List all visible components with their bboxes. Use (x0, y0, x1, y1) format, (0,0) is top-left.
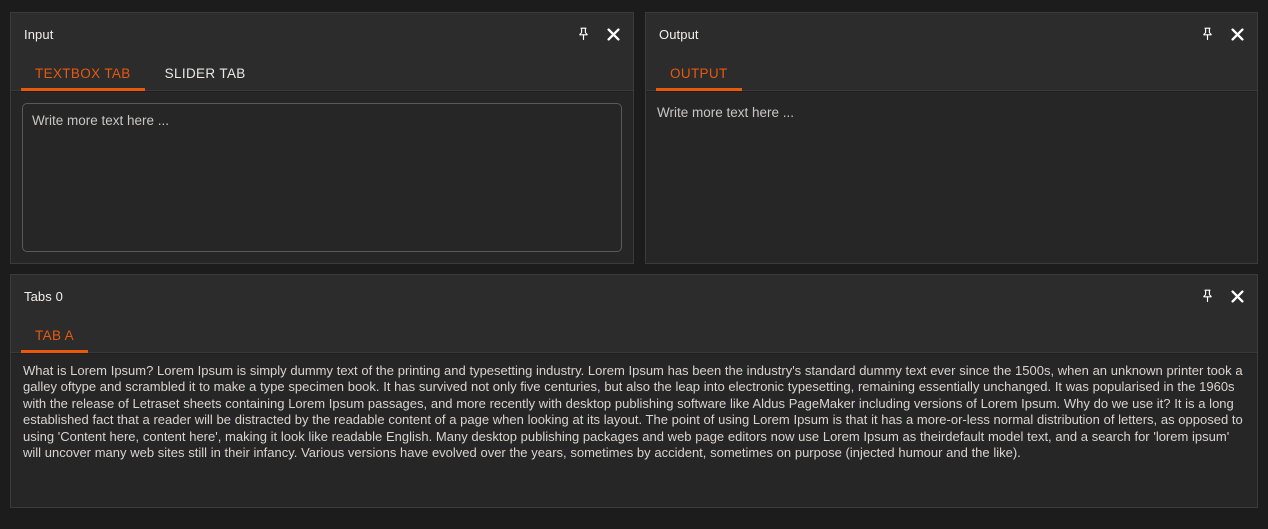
tabs-panel-actions (1199, 288, 1245, 304)
pin-icon[interactable] (1199, 26, 1215, 42)
tabs-panel-tabstrip: TAB A (11, 317, 1257, 353)
tabs-panel-body: What is Lorem Ipsum? Lorem Ipsum is simp… (11, 353, 1257, 507)
tabs-panel-paragraph: What is Lorem Ipsum? Lorem Ipsum is simp… (23, 363, 1243, 461)
tab-slider-tab[interactable]: SLIDER TAB (148, 55, 263, 91)
input-panel-tabstrip: TEXTBOX TAB SLIDER TAB (11, 55, 633, 91)
input-panel-body (11, 91, 633, 263)
tabs-panel-title: Tabs 0 (24, 288, 63, 304)
tab-output[interactable]: OUTPUT (653, 55, 745, 91)
output-panel-body: Write more text here ... (646, 91, 1257, 263)
tabs-panel: Tabs 0 TAB A What is Lorem Ipsum? Lorem … (10, 274, 1258, 508)
input-panel: Input TEXTBOX TAB SLIDER TAB Write more … (10, 12, 634, 264)
output-text: Write more text here ... (657, 105, 795, 120)
tabs-panel-titlebar: Tabs 0 (11, 275, 1257, 317)
input-panel-actions (575, 26, 621, 42)
pin-icon[interactable] (1199, 288, 1215, 304)
application-window: Input TEXTBOX TAB SLIDER TAB Write more … (0, 0, 1268, 529)
close-icon[interactable] (1229, 26, 1245, 42)
output-panel-titlebar: Output (646, 13, 1257, 55)
output-panel-tabstrip: OUTPUT (646, 55, 1257, 91)
close-icon[interactable] (605, 26, 621, 42)
close-icon[interactable] (1229, 288, 1245, 304)
output-panel-title: Output (659, 26, 699, 42)
tab-textbox-tab[interactable]: TEXTBOX TAB (18, 55, 148, 91)
input-panel-title: Input (24, 26, 54, 42)
input-panel-titlebar: Input (11, 13, 633, 55)
top-dock-row: Input TEXTBOX TAB SLIDER TAB Write more … (10, 12, 1258, 264)
output-panel: Output OUTPUT Write more text here ... (645, 12, 1258, 264)
pin-icon[interactable] (575, 26, 591, 42)
input-textarea[interactable] (22, 103, 622, 252)
tab-a[interactable]: TAB A (18, 317, 91, 353)
output-panel-actions (1199, 26, 1245, 42)
